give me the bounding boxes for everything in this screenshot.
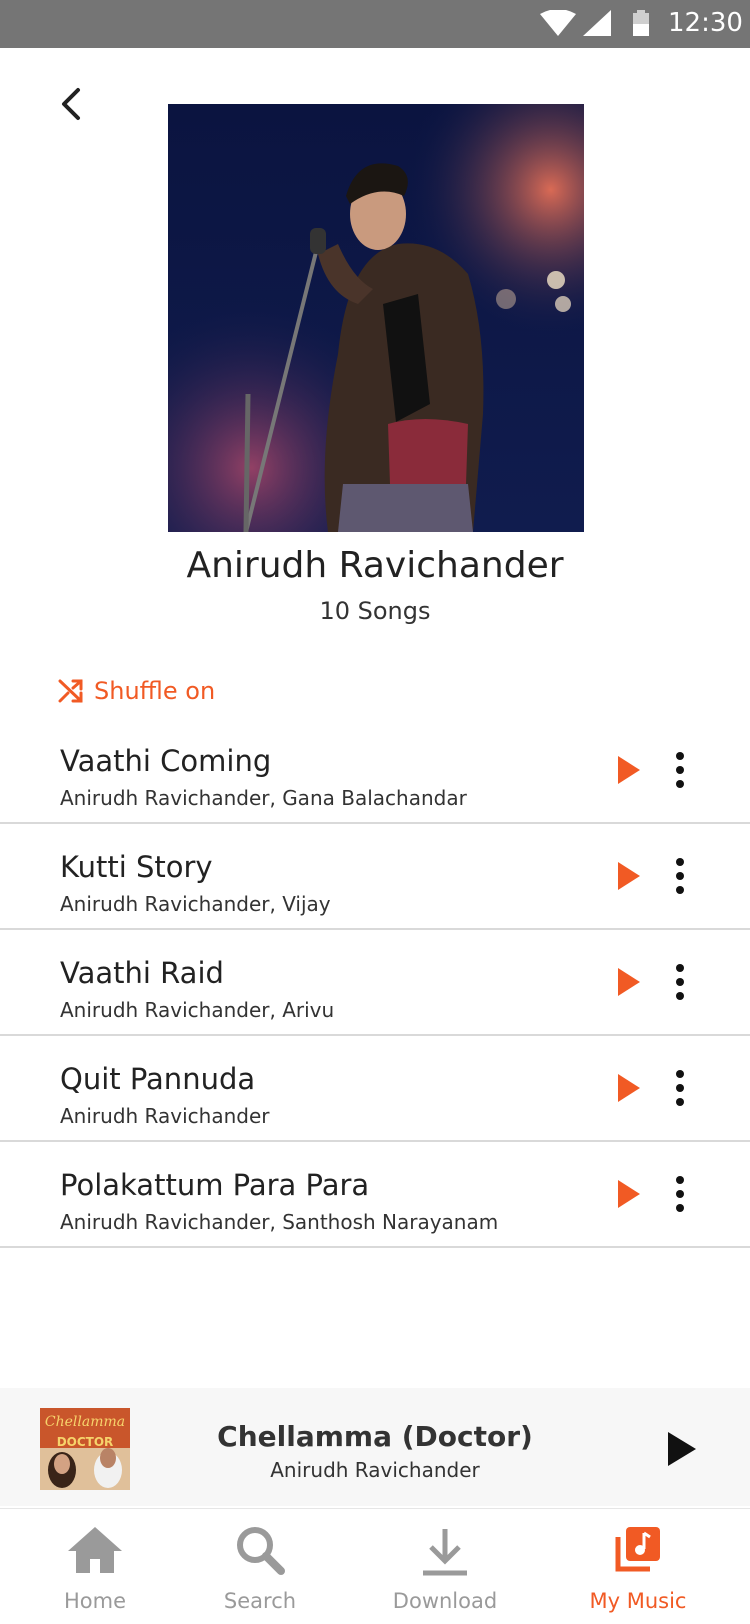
artist-name: Anirudh Ravichander [186,545,564,586]
song-title: Polakattum Para Para [60,1168,370,1202]
song-row[interactable]: Polakattum Para Para Anirudh Ravichander… [0,1142,750,1248]
shuffle-label: Shuffle on [94,677,216,705]
status-time: 12:30 [668,8,743,38]
chevron-left-icon [62,88,80,120]
nav-label: My Music [589,1589,687,1613]
nav-download[interactable]: Download [355,1509,535,1624]
song-row[interactable]: Vaathi Raid Anirudh Ravichander, Arivu [0,930,750,1036]
play-icon[interactable] [612,854,644,898]
song-row[interactable]: Kutti Story Anirudh Ravichander, Vijay [0,824,750,930]
nav-label: Home [63,1589,126,1613]
song-title: Vaathi Coming [60,744,272,778]
shuffle-icon [58,679,83,703]
signal-icon [583,10,611,36]
now-playing-artwork: Chellamma DOCTOR [40,1408,130,1490]
search-icon [237,1527,285,1575]
song-row[interactable]: Quit Pannuda Anirudh Ravichander [0,1036,750,1142]
play-icon[interactable] [612,748,644,792]
artwork-title: Chellamma [45,1414,125,1430]
my-music-icon [615,1527,660,1572]
home-icon [68,1527,122,1573]
song-artists: Anirudh Ravichander, Vijay [60,892,331,916]
nav-label: Download [392,1589,498,1613]
wifi-icon [540,10,576,36]
download-icon [423,1529,467,1576]
mini-player[interactable]: Chellamma DOCTOR Chellamma (Doctor) Anir… [0,1388,750,1506]
play-icon[interactable] [664,1428,700,1470]
now-playing-title: Chellamma (Doctor) [217,1420,533,1453]
song-count: 10 Songs [319,597,431,625]
shuffle-toggle[interactable]: Shuffle on [58,674,215,708]
nav-search[interactable]: Search [170,1509,350,1624]
nav-label: Search [223,1589,297,1613]
song-title: Kutti Story [60,850,213,884]
artwork-subtitle: DOCTOR [57,1435,114,1449]
back-button[interactable] [50,82,94,126]
more-options-icon[interactable] [668,1066,692,1110]
play-icon[interactable] [612,960,644,1004]
more-options-icon[interactable] [668,854,692,898]
more-options-icon[interactable] [668,960,692,1004]
nav-home[interactable]: Home [5,1509,185,1624]
song-artists: Anirudh Ravichander [60,1104,270,1128]
bottom-nav: Home Search Download My Music [0,1508,750,1624]
nav-my-music[interactable]: My Music [548,1509,728,1624]
song-title: Quit Pannuda [60,1062,256,1096]
play-icon[interactable] [612,1172,644,1216]
song-list: Vaathi Coming Anirudh Ravichander, Gana … [0,718,750,1248]
song-artists: Anirudh Ravichander, Arivu [60,998,335,1022]
more-options-icon[interactable] [668,1172,692,1216]
song-row[interactable]: Vaathi Coming Anirudh Ravichander, Gana … [0,718,750,824]
now-playing-artist: Anirudh Ravichander [270,1458,480,1482]
play-icon[interactable] [612,1066,644,1110]
artist-photo [168,104,584,532]
song-artists: Anirudh Ravichander, Gana Balachandar [60,786,467,810]
song-artists: Anirudh Ravichander, Santhosh Narayanam [60,1210,499,1234]
song-title: Vaathi Raid [60,956,224,990]
more-options-icon[interactable] [668,748,692,792]
battery-icon [633,10,649,36]
status-bar: 12:30 [0,0,750,48]
